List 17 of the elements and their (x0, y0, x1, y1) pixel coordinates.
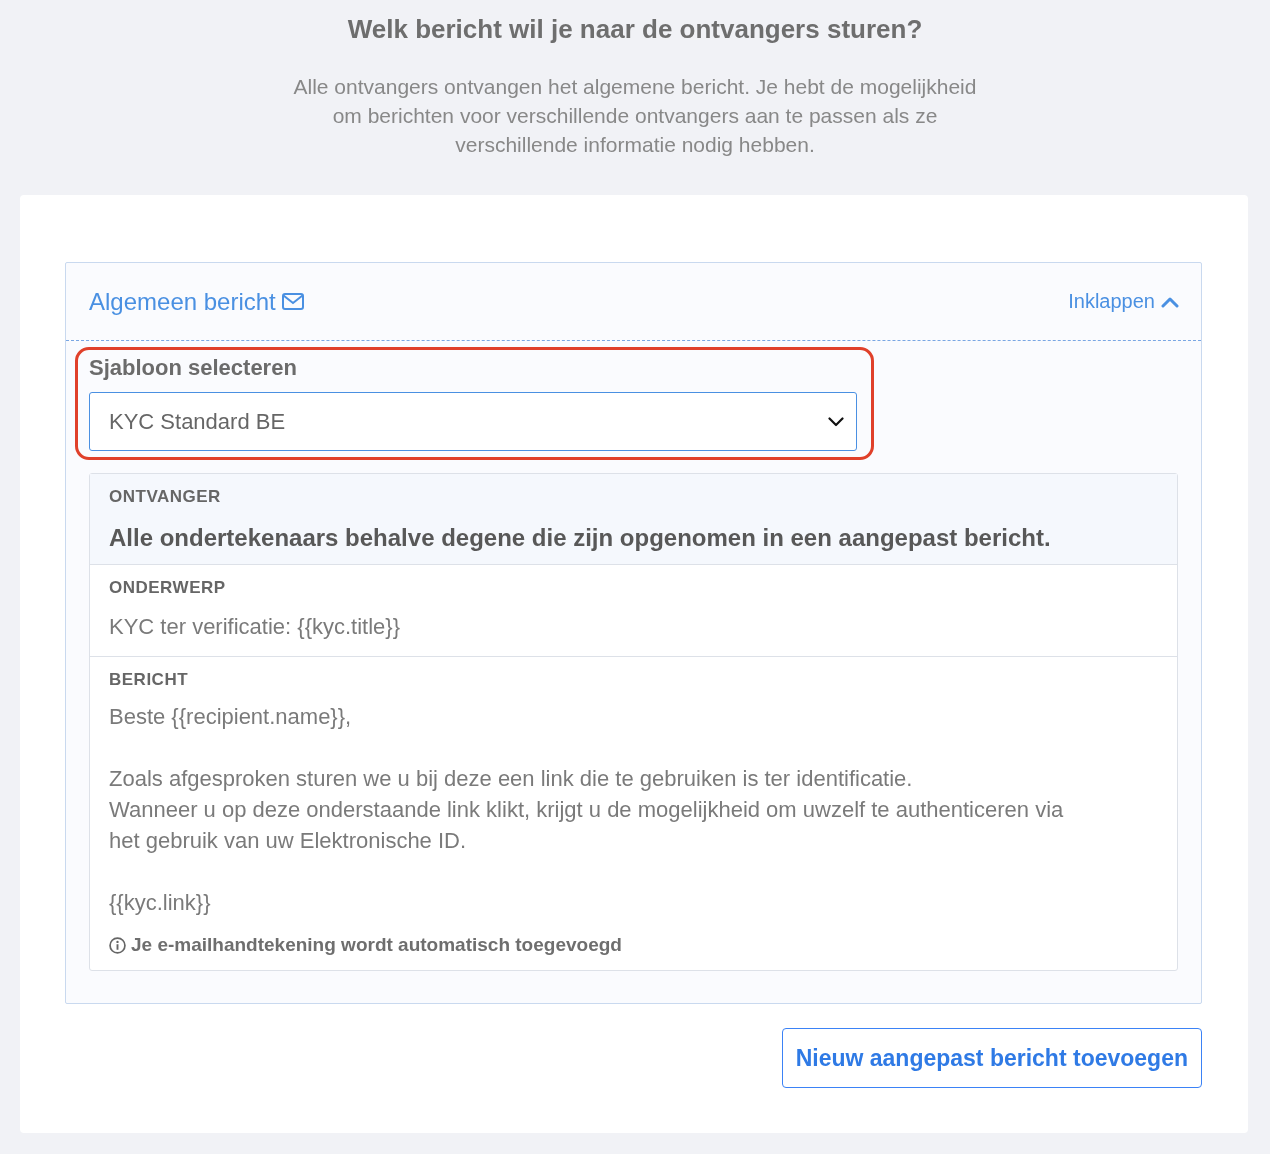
template-select[interactable]: KYC Standard BE (89, 392, 857, 451)
recipient-label: ONTVANGER (109, 486, 221, 508)
add-custom-message-button[interactable]: Nieuw aangepast bericht toevoegen (781, 1028, 1202, 1088)
message-label: BERICHT (109, 669, 189, 691)
page-description: Alle ontvangers ontvangen het algemene bericht. Je hebt de mogelijkheid om berichten voor verschillende ontvangers aan te passen als ze verschillende informatie nodig hebben. (292, 74, 978, 158)
subject-label: ONDERWERP (109, 577, 226, 599)
info-icon (109, 936, 126, 954)
message-text: Beste {{recipient.name}}, Zoals afgesproken sturen we u bij deze een link die te gebruiken is ter identificatie. Wanneer u op deze onderstaande link klikt, krijgt u de mogelijkheid om uwzelf te authenticeren via het gebruik van uw Elektronische ID. {{kyc.link}} (109, 703, 1065, 917)
signature-note: Je e-mailhandtekening wordt automatisch toegevoegd (131, 934, 622, 956)
select-label: Sjabloon selecteren (89, 355, 297, 381)
subject-value: KYC ter verificatie: {{kyc.title}} (109, 613, 402, 641)
collapse-link[interactable]: Inklappen (1068, 290, 1179, 313)
recipient-value: Alle ondertekenaars behalve degene die zijn opgenomen in een aangepast bericht. (109, 523, 1052, 553)
chevron-down-icon (828, 416, 844, 427)
page-heading: Welk bericht wil je naar de ontvangers sturen? (347, 13, 923, 45)
panel-title: Algemeen bericht (89, 287, 276, 316)
envelope-icon (281, 293, 304, 310)
